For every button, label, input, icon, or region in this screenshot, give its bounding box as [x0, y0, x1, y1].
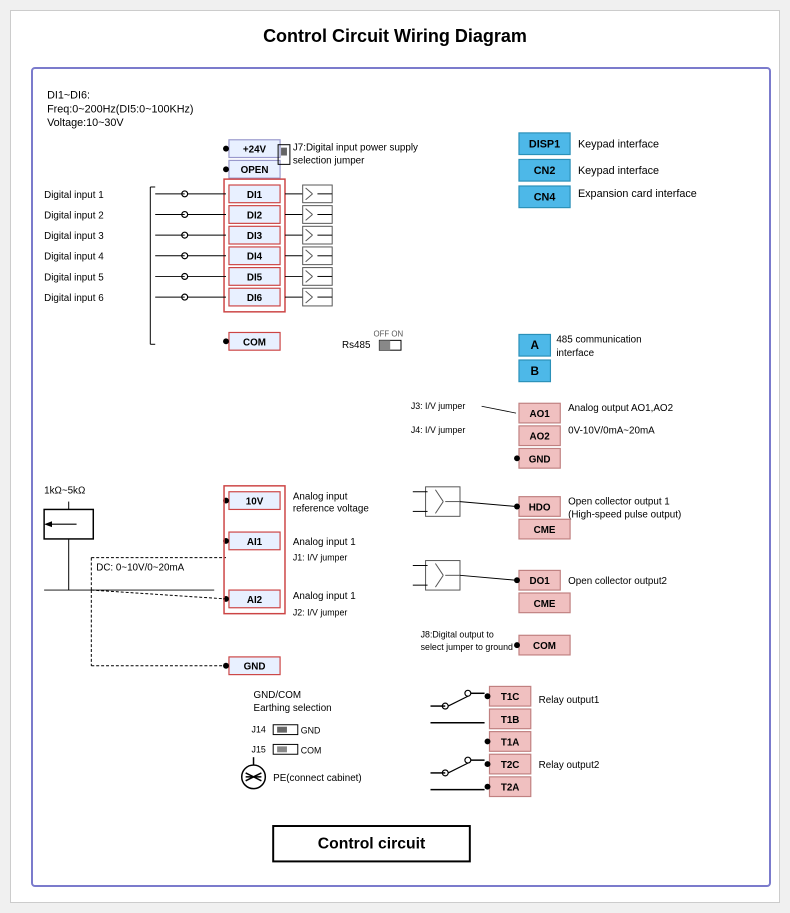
- svg-text:0V-10V/0mA~20mA: 0V-10V/0mA~20mA: [568, 426, 655, 437]
- svg-text:Open collector output2: Open collector output2: [568, 576, 667, 587]
- svg-text:DI5: DI5: [247, 272, 263, 283]
- svg-text:DO1: DO1: [530, 576, 551, 587]
- svg-text:T1C: T1C: [501, 692, 520, 703]
- svg-text:interface: interface: [556, 348, 594, 359]
- svg-text:A: A: [530, 339, 539, 352]
- svg-text:J14: J14: [252, 725, 266, 735]
- svg-text:OPEN: OPEN: [241, 165, 269, 176]
- svg-text:Open collector output 1: Open collector output 1: [568, 497, 670, 508]
- svg-text:T2A: T2A: [501, 783, 520, 794]
- svg-text:DI2: DI2: [247, 210, 263, 221]
- svg-text:AO1: AO1: [530, 409, 551, 420]
- svg-text:Digital input 3: Digital input 3: [44, 231, 104, 242]
- svg-text:CME: CME: [534, 525, 556, 536]
- svg-text:COM: COM: [243, 337, 266, 348]
- svg-text:DI6: DI6: [247, 293, 263, 304]
- svg-text:Earthing selection: Earthing selection: [254, 703, 332, 714]
- svg-text:J3: I/V jumper: J3: I/V jumper: [411, 401, 466, 411]
- svg-text:OFF ON: OFF ON: [373, 329, 403, 338]
- svg-text:T2C: T2C: [501, 760, 520, 771]
- svg-text:Relay output2: Relay output2: [539, 760, 600, 771]
- svg-text:T1B: T1B: [501, 715, 520, 726]
- svg-text:DI3: DI3: [247, 231, 263, 242]
- svg-text:Keypad interface: Keypad interface: [578, 165, 659, 177]
- svg-text:Control circuit: Control circuit: [318, 836, 426, 853]
- svg-text:DI1: DI1: [247, 190, 263, 201]
- svg-text:Analog input: Analog input: [293, 492, 348, 503]
- svg-text:DI1~DI6:: DI1~DI6:: [47, 89, 90, 101]
- svg-text:AO2: AO2: [530, 432, 551, 443]
- diagram-container: DI1~DI6: Freq:0~200Hz(DI5:0~100KHz) Volt…: [31, 67, 771, 887]
- svg-text:HDO: HDO: [529, 502, 551, 513]
- svg-text:J8:Digital output to: J8:Digital output to: [421, 629, 494, 639]
- svg-text:GND: GND: [529, 454, 551, 465]
- svg-text:Digital input 1: Digital input 1: [44, 190, 104, 201]
- svg-text:(High-speed pulse output): (High-speed pulse output): [568, 509, 681, 520]
- svg-text:Analog output AO1,AO2: Analog output AO1,AO2: [568, 403, 673, 414]
- svg-text:10V: 10V: [246, 497, 264, 508]
- svg-text:GND: GND: [301, 726, 321, 736]
- svg-text:+24V: +24V: [243, 145, 267, 156]
- svg-text:J15: J15: [252, 744, 266, 754]
- svg-text:GND/COM: GND/COM: [254, 690, 302, 701]
- svg-text:PE(connect cabinet): PE(connect cabinet): [273, 773, 362, 784]
- svg-text:Freq:0~200Hz(DI5:0~100KHz): Freq:0~200Hz(DI5:0~100KHz): [47, 103, 193, 115]
- svg-text:B: B: [530, 365, 539, 378]
- svg-text:DC: 0~10V/0~20mA: DC: 0~10V/0~20mA: [96, 562, 184, 573]
- svg-text:Rs485: Rs485: [342, 340, 371, 351]
- svg-text:Digital input 5: Digital input 5: [44, 272, 104, 283]
- svg-text:Digital input 6: Digital input 6: [44, 293, 104, 304]
- svg-text:COM: COM: [301, 745, 322, 755]
- svg-text:GND: GND: [244, 662, 266, 673]
- svg-text:reference voltage: reference voltage: [293, 503, 369, 514]
- svg-text:J1: I/V jumper: J1: I/V jumper: [293, 553, 348, 563]
- svg-text:Analog input 1: Analog input 1: [293, 591, 356, 602]
- svg-text:DISP1: DISP1: [529, 139, 560, 151]
- svg-text:AI1: AI1: [247, 537, 263, 548]
- svg-text:Digital input 4: Digital input 4: [44, 252, 104, 263]
- svg-text:CME: CME: [534, 599, 556, 610]
- svg-text:CN4: CN4: [534, 192, 556, 204]
- page: Control Circuit Wiring Diagram DI1~DI6: …: [10, 10, 780, 903]
- svg-text:J2: I/V jumper: J2: I/V jumper: [293, 608, 348, 618]
- svg-text:selection jumper: selection jumper: [293, 155, 365, 166]
- svg-text:DI4: DI4: [247, 252, 263, 263]
- svg-text:Expansion card interface: Expansion card interface: [578, 188, 697, 200]
- page-title: Control Circuit Wiring Diagram: [31, 26, 759, 47]
- svg-text:COM: COM: [533, 641, 556, 652]
- svg-text:J7:Digital input power supply: J7:Digital input power supply: [293, 143, 418, 154]
- svg-text:select jumper to ground: select jumper to ground: [421, 642, 513, 652]
- svg-text:T1A: T1A: [501, 737, 520, 748]
- svg-text:Voltage:10~30V: Voltage:10~30V: [47, 117, 124, 129]
- svg-text:CN2: CN2: [534, 165, 556, 177]
- svg-text:J4: I/V jumper: J4: I/V jumper: [411, 425, 466, 435]
- svg-text:AI2: AI2: [247, 595, 263, 606]
- svg-text:Digital input 2: Digital input 2: [44, 210, 104, 221]
- svg-text:Analog input 1: Analog input 1: [293, 537, 356, 548]
- svg-text:1kΩ~5kΩ: 1kΩ~5kΩ: [44, 486, 85, 497]
- svg-text:485 communication: 485 communication: [556, 334, 641, 345]
- svg-text:Relay output1: Relay output1: [539, 695, 600, 706]
- svg-text:Keypad interface: Keypad interface: [578, 139, 659, 151]
